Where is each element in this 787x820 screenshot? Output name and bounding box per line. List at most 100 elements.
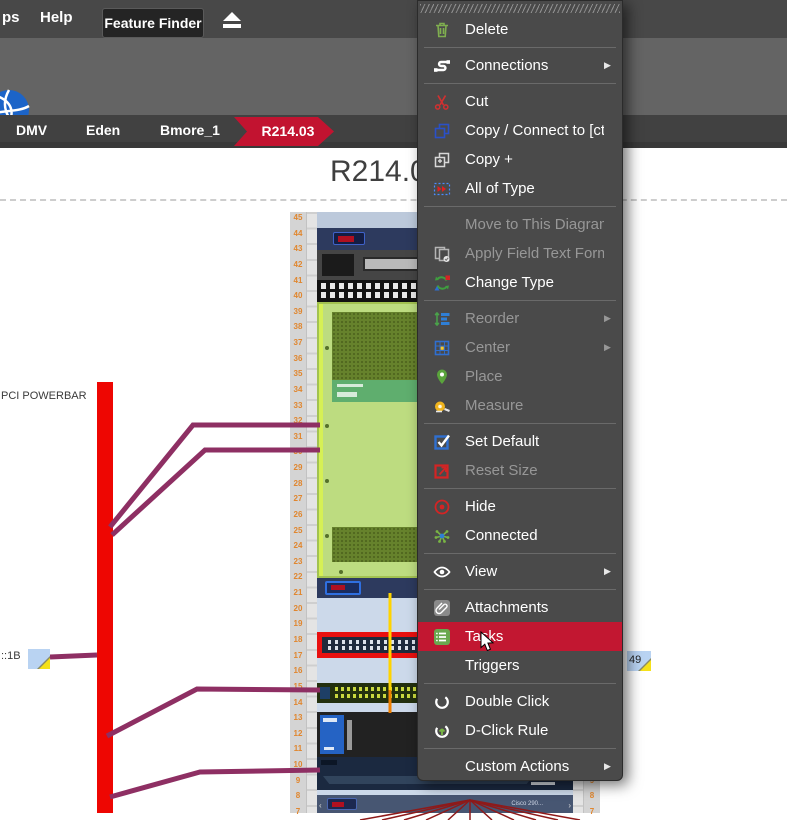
display-panel <box>363 257 425 271</box>
power-cable-line[interactable] <box>110 770 320 797</box>
rack-unit-number: 15 <box>290 682 306 691</box>
rack-unit-number: 19 <box>290 619 306 628</box>
cisco-unit-8[interactable]: Cisco 290... ‹ › <box>317 795 573 813</box>
context-menu-item-move-to-this-diagram: Move to This Diagram <box>418 210 622 239</box>
app-window: { "toolbar": { "menu_left_partial": "ps"… <box>0 0 787 820</box>
copy-icon <box>428 122 456 140</box>
rack-unit-number: 27 <box>290 494 306 503</box>
power-cable-line[interactable] <box>50 655 97 657</box>
rack-unit-number: 36 <box>290 354 306 363</box>
rack-unit-number: 32 <box>290 416 306 425</box>
rack-unit-number: 17 <box>290 651 306 660</box>
rack-unit-number: 23 <box>290 557 306 566</box>
rack-unit-number: 20 <box>290 604 306 613</box>
left-port-chip[interactable] <box>28 649 50 669</box>
menu-item-label: Delete <box>456 21 604 38</box>
breadcrumb-item-bmore[interactable]: Bmore_1 <box>160 122 220 138</box>
context-menu-item-set-default[interactable]: Set Default <box>418 427 622 456</box>
menubar-item-maps-partial[interactable]: ps <box>2 9 20 26</box>
chip-fold-icon <box>39 658 50 669</box>
top-menubar: ps Help Feature Finder <box>0 0 787 38</box>
connected-icon <box>428 527 456 545</box>
feature-finder-button[interactable]: Feature Finder <box>102 8 204 38</box>
rack-unit-number: 16 <box>290 666 306 675</box>
measure-icon <box>428 397 456 415</box>
menu-item-label: Tasks <box>456 628 604 645</box>
submenu-arrow-icon: ▶ <box>604 566 614 577</box>
lcd-display <box>325 581 361 595</box>
rack-unit-number: 45 <box>290 213 306 222</box>
rack-unit-number: 26 <box>290 510 306 519</box>
place-icon <box>428 368 456 386</box>
context-menu-item-connected[interactable]: Connected <box>418 521 622 550</box>
rack-unit-number: 14 <box>290 698 306 707</box>
rack-unit-number: 12 <box>290 729 306 738</box>
context-menu-item-double-click[interactable]: Double Click <box>418 687 622 716</box>
mouse-cursor <box>480 631 496 658</box>
menu-divider <box>424 423 616 424</box>
card-slot <box>347 720 352 750</box>
rack-unit-number: 42 <box>290 260 306 269</box>
pci-powerbar-shape[interactable] <box>97 382 113 813</box>
context-menu-item-delete[interactable]: Delete <box>418 15 622 44</box>
context-menu-item-change-type[interactable]: Change Type <box>418 268 622 297</box>
rack-unit-number: 31 <box>290 432 306 441</box>
menu-item-label: Measure <box>456 397 604 414</box>
menu-scroll-hatch[interactable] <box>420 2 620 15</box>
breadcrumb-bar: DMV Eden Bmore_1 R214.03 <box>0 115 787 148</box>
menu-divider <box>424 83 616 84</box>
context-menu-item-all-of-type[interactable]: All of Type <box>418 174 622 203</box>
context-menu-item-view[interactable]: View▶ <box>418 557 622 586</box>
context-menu-item-hide[interactable]: Hide <box>418 492 622 521</box>
breadcrumb-item-dmv[interactable]: DMV <box>16 122 47 138</box>
context-menu-item-triggers[interactable]: Triggers <box>418 651 622 680</box>
context-menu-item-tasks[interactable]: Tasks <box>418 622 622 651</box>
menu-item-label: Reorder <box>456 310 604 327</box>
set-default-icon <box>428 433 456 451</box>
rack-unit-number: 7 <box>290 807 306 816</box>
router-badge <box>321 760 337 765</box>
rack-unit-number: 18 <box>290 635 306 644</box>
menu-item-label: Connections <box>456 57 604 74</box>
reorder-icon <box>428 310 456 328</box>
rack-unit-number: 24 <box>290 541 306 550</box>
rack-unit-number: 29 <box>290 463 306 472</box>
rack-unit-number: 39 <box>290 307 306 316</box>
menu-divider <box>424 748 616 749</box>
center-icon <box>428 339 456 357</box>
rack-unit-number: 34 <box>290 385 306 394</box>
lcd-display <box>333 232 365 245</box>
breadcrumb-item-eden[interactable]: Eden <box>86 122 120 138</box>
eject-icon[interactable] <box>221 11 243 34</box>
menubar-item-help[interactable]: Help <box>40 9 73 26</box>
rack-rail-inner-left <box>307 212 317 813</box>
context-menu-item-custom-actions[interactable]: Custom Actions▶ <box>418 752 622 781</box>
copy-plus-icon <box>428 151 456 169</box>
power-cable-line[interactable] <box>112 450 320 535</box>
rack-unit-number: 8 <box>584 791 600 800</box>
all-of-type-icon <box>428 180 456 198</box>
rack-ear-left: ‹ <box>319 801 322 810</box>
trash-icon <box>428 21 456 39</box>
context-menu-item-copy-connect-to-ctrl-c[interactable]: Copy / Connect to [ctrl-c] <box>418 116 622 145</box>
context-menu-item-cut[interactable]: Cut <box>418 87 622 116</box>
connections-icon <box>428 57 456 75</box>
router-handle <box>531 782 555 785</box>
rack-unit-number: 35 <box>290 369 306 378</box>
context-menu-item-attachments[interactable]: Attachments <box>418 593 622 622</box>
power-cable-line[interactable] <box>107 689 320 736</box>
breadcrumb-item-active[interactable]: R214.03 <box>234 117 334 146</box>
menu-item-label: All of Type <box>456 180 604 197</box>
context-menu-item-copy[interactable]: Copy + <box>418 145 622 174</box>
rack-unit-number: 44 <box>290 229 306 238</box>
context-menu-item-connections[interactable]: Connections▶ <box>418 51 622 80</box>
power-cable-line[interactable] <box>110 425 320 527</box>
device-model-label: Cisco 290... <box>511 801 543 807</box>
rack-unit-number: 43 <box>290 244 306 253</box>
menu-divider <box>424 300 616 301</box>
vendor-panel <box>320 715 344 754</box>
right-port-chip[interactable]: 49 <box>627 651 651 671</box>
menu-item-label: View <box>456 563 604 580</box>
context-menu-item-d-click-rule[interactable]: D-Click Rule <box>418 716 622 745</box>
change-type-icon <box>428 274 456 292</box>
